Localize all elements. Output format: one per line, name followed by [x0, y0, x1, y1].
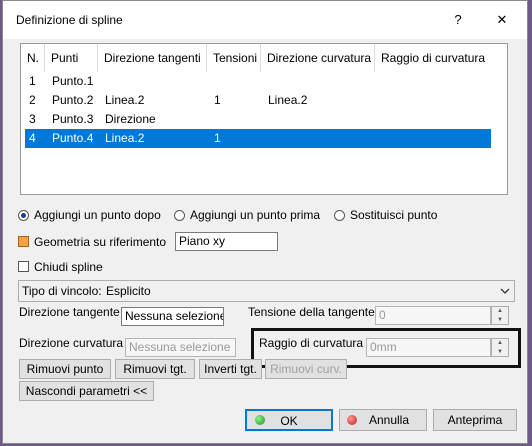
col-header-points[interactable]: Punti — [45, 44, 98, 72]
curvature-direction-label: Direzione curvatura — [19, 336, 124, 350]
cell-n: 1 — [29, 74, 36, 88]
col-header-tangent-dir[interactable]: Direzione tangenti — [98, 44, 207, 72]
close-spline-label[interactable]: Chiudi spline — [34, 260, 103, 274]
col-header-n[interactable]: N. — [21, 44, 45, 72]
curvature-radius-label: Raggio di curvatura — [259, 336, 364, 350]
cell-n: 2 — [29, 93, 36, 107]
cell-tangent-dir: Linea.2 — [105, 93, 145, 107]
invert-tangent-button[interactable]: Inverti tgt. — [199, 359, 262, 379]
tangent-tension-spinner[interactable]: ▲ ▼ — [491, 306, 509, 325]
col-header-tension[interactable]: Tensioni — [207, 44, 261, 72]
close-spline-checkbox[interactable] — [18, 261, 29, 272]
radio-replace[interactable] — [334, 210, 345, 221]
col-header-curvature-dir[interactable]: Direzione curvatura — [261, 44, 375, 72]
ok-icon — [255, 415, 265, 425]
cell-point: Punto.4 — [52, 131, 94, 145]
constraint-type-value[interactable]: Esplicito — [106, 284, 151, 298]
constraint-type-combo[interactable]: Tipo di vincolo: Esplicito — [18, 280, 515, 302]
ok-button[interactable]: OK — [245, 409, 333, 431]
spline-definition-dialog: Definizione di spline ? ✕ N. Punti Direz… — [2, 0, 528, 444]
remove-point-button[interactable]: Rimuovi punto — [19, 359, 111, 379]
support-field[interactable]: Piano xy — [175, 232, 278, 251]
tangent-direction-field[interactable]: Nessuna selezione — [121, 307, 224, 326]
cancel-button[interactable]: Annulla — [339, 409, 427, 431]
curvature-radius-spinner[interactable]: ▲ ▼ — [491, 338, 509, 357]
radio-add-after-label[interactable]: Aggiungi un punto dopo — [34, 208, 161, 222]
tangent-tension-label: Tensione della tangente — [248, 305, 375, 319]
ok-label: OK — [280, 414, 298, 428]
radio-add-before-label[interactable]: Aggiungi un punto prima — [190, 208, 320, 222]
spin-up-icon[interactable]: ▲ — [492, 307, 508, 315]
constraint-type-label: Tipo di vincolo: — [22, 284, 102, 298]
cell-point: Punto.3 — [52, 112, 94, 126]
hide-parameters-button[interactable]: Nascondi parametri << — [19, 381, 154, 401]
tangent-tension-field[interactable]: 0 — [375, 306, 491, 325]
radio-replace-label[interactable]: Sostituisci punto — [350, 208, 437, 222]
spin-up-icon[interactable]: ▲ — [492, 339, 508, 347]
cell-point: Punto.2 — [52, 93, 94, 107]
title-bar: Definizione di spline ? ✕ — [3, 1, 527, 39]
cell-curvature-dir: Linea.2 — [268, 93, 308, 107]
spin-down-icon[interactable]: ▼ — [492, 316, 508, 324]
chevron-down-icon[interactable] — [500, 287, 510, 295]
cell-tangent-dir: Direzione — [105, 112, 156, 126]
table-row[interactable]: 1 Punto.1 — [25, 72, 491, 91]
spin-down-icon[interactable]: ▼ — [492, 348, 508, 356]
close-button[interactable]: ✕ — [491, 9, 513, 31]
curvature-radius-field[interactable]: 0mm — [366, 338, 491, 357]
radio-add-after[interactable] — [18, 210, 29, 221]
help-button[interactable]: ? — [447, 9, 469, 31]
radio-add-before[interactable] — [174, 210, 185, 221]
table-row[interactable]: 2 Punto.2 Linea.2 1 Linea.2 — [25, 91, 491, 110]
cell-point: Punto.1 — [52, 74, 94, 88]
cell-n: 4 — [29, 131, 36, 145]
cancel-label: Annulla — [368, 413, 410, 427]
cell-n: 3 — [29, 112, 36, 126]
col-header-curvature-radius[interactable]: Raggio di curvatura — [375, 44, 505, 72]
dialog-title: Definizione di spline — [16, 13, 123, 27]
cancel-icon — [347, 415, 357, 425]
cell-tangent-dir: Linea.2 — [105, 131, 145, 145]
cell-tension: 1 — [214, 131, 221, 145]
spline-points-table[interactable]: N. Punti Direzione tangenti Tensioni Dir… — [20, 43, 508, 195]
tangent-direction-label: Direzione tangente — [19, 305, 120, 319]
geometry-on-support-checkbox[interactable] — [18, 236, 29, 247]
cell-tension: 1 — [214, 93, 221, 107]
remove-curvature-button[interactable]: Rimuovi curv. — [265, 359, 347, 379]
table-row[interactable]: 3 Punto.3 Direzione — [25, 110, 491, 129]
curvature-direction-field[interactable]: Nessuna selezione — [125, 338, 236, 357]
preview-button[interactable]: Anteprima — [433, 409, 517, 431]
table-row-selected[interactable]: 4 Punto.4 Linea.2 1 — [25, 129, 491, 148]
remove-tangent-button[interactable]: Rimuovi tgt. — [115, 359, 195, 379]
geometry-on-support-label[interactable]: Geometria su riferimento — [34, 235, 166, 249]
